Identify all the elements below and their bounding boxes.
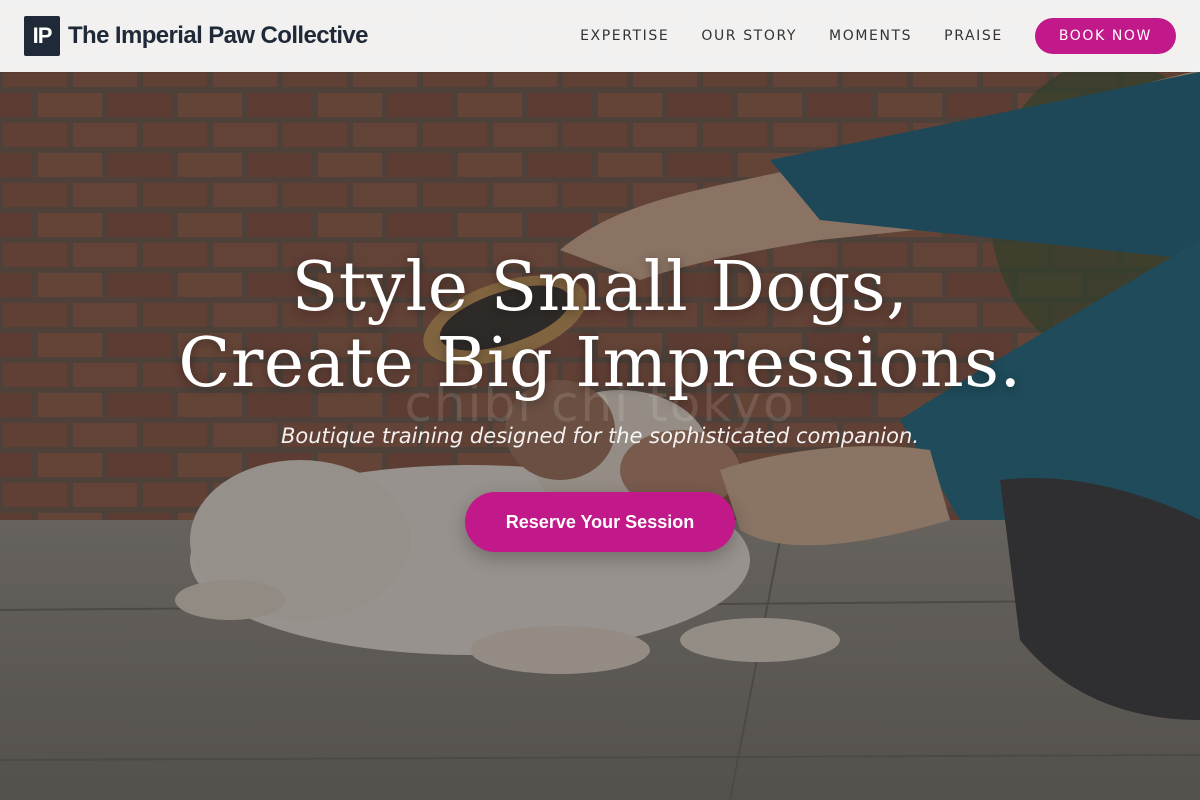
nav-link-our-story[interactable]: OUR STORY [701, 28, 797, 44]
reserve-session-button[interactable]: Reserve Your Session [465, 492, 735, 552]
site-header: IP The Imperial Paw Collective EXPERTISE… [0, 0, 1200, 72]
main-navigation: EXPERTISE OUR STORY MOMENTS PRAISE BOOK … [580, 18, 1176, 54]
hero-subtitle: Boutique training designed for the sophi… [280, 424, 920, 448]
book-now-button[interactable]: BOOK NOW [1034, 18, 1176, 54]
hero-title-line-1: Style Small Dogs, [291, 248, 909, 327]
brand-monogram: IP [24, 16, 60, 56]
brand-logo-link[interactable]: IP The Imperial Paw Collective [24, 16, 369, 56]
nav-link-expertise[interactable]: EXPERTISE [580, 28, 669, 44]
hero-section: Style Small Dogs, Create Big Impressions… [0, 250, 1200, 552]
hero-title: Style Small Dogs, Create Big Impressions… [0, 250, 1200, 402]
nav-link-moments[interactable]: MOMENTS [829, 28, 912, 44]
hero-title-line-2: Create Big Impressions. [178, 324, 1022, 403]
brand-name: The Imperial Paw Collective [68, 22, 369, 49]
nav-link-praise[interactable]: PRAISE [944, 28, 1003, 44]
